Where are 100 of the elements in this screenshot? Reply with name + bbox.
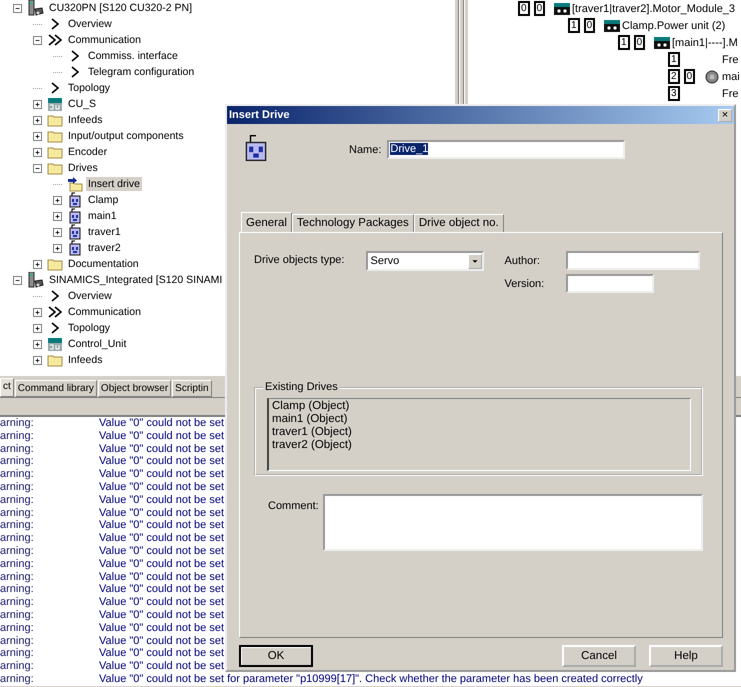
list-item[interactable]: main1 (Object) [272,413,687,426]
tree-item[interactable]: Insert drive [86,177,142,191]
log-type: arning: [0,506,35,520]
close-button[interactable]: × [718,108,732,122]
log-message: Value "0" could not be set [99,660,224,673]
navigator-tab[interactable]: Scriptin [172,380,212,397]
topology-node-label[interactable]: [traver1|traver2].Motor_Module_3 [572,2,736,14]
tree-item[interactable]: CU_S [66,97,98,111]
topology-node-label[interactable]: [main1|----].M [672,36,738,48]
expand-toggle-icon[interactable] [53,212,62,220]
tree-item[interactable]: Infeeds [66,353,104,367]
expand-toggle-icon[interactable] [33,132,42,140]
tree-item[interactable]: Drives [66,161,100,175]
comment-field[interactable] [323,494,703,551]
tree-item[interactable]: traver2 [86,241,123,255]
tree-item[interactable]: Control_Unit [66,337,128,351]
log-message: Value "0" could not be set [99,519,224,532]
drive-icon [67,192,83,208]
list-item[interactable]: traver2 (Object) [272,439,687,452]
tree-item[interactable]: Clamp [86,193,120,207]
tree-item[interactable]: Topology [66,81,112,95]
tree-item[interactable]: Topology [66,321,112,335]
dialog-tab[interactable]: Drive object no. [414,214,504,232]
tree-item[interactable]: traver1 [86,225,123,239]
expand-toggle-icon[interactable] [33,324,42,332]
log-type: arning: [0,634,35,648]
log-message: Value "0" could not be set [99,430,224,443]
tree-item[interactable]: SINAMICS_Integrated [S120 SINAMI [47,273,224,287]
collapse-toggle-icon[interactable] [33,164,42,172]
collapse-toggle-icon[interactable] [13,4,22,12]
drive-icon [67,224,83,240]
log-message: Value "0" could not be set [99,506,224,520]
log-message: Value "0" could not be set [99,634,224,648]
port-number: 1 [568,18,580,33]
log-message: Value "0" could not be set [99,570,224,584]
expand-toggle-icon[interactable] [33,116,42,124]
expand-toggle-icon[interactable] [33,148,42,156]
log-type: arning: [0,583,35,596]
port-number: 2 [668,69,680,84]
collapse-toggle-icon[interactable] [13,276,22,284]
port-number: 0 [634,35,646,50]
topology-node-label[interactable]: Clamp.Power unit (2) [622,20,726,32]
drive-type-label: Drive objects type: [254,254,344,268]
log-message: Value "0" could not be set [99,608,224,622]
list-item[interactable]: Clamp (Object) [272,400,687,413]
author-label: Author: [504,254,541,266]
log-type: arning: [0,455,35,468]
topology-node-label[interactable]: mai [722,70,740,82]
tree-item[interactable]: Telegram configuration [86,65,196,79]
log-type: arning: [0,430,35,443]
navigator-tab[interactable]: Command library [14,380,97,397]
author-field[interactable] [566,251,700,270]
log-message: Value "0" could not be set [99,480,224,494]
tree-item[interactable]: Infeeds [66,113,104,127]
ok-button[interactable]: OK [239,645,313,667]
tree-item[interactable]: Encoder [66,145,110,159]
tree-item[interactable]: Commiss. interface [86,49,180,63]
tree-item[interactable]: Communication [66,33,143,47]
topology-node-label[interactable]: Fre [722,88,738,100]
navigator-tab[interactable]: ct [0,378,14,397]
drive-type-dropdown[interactable]: Servo [366,251,484,271]
control-unit-icon [47,96,63,112]
expand-toggle-icon[interactable] [53,244,62,252]
log-message: Value "0" could not be set [99,622,224,635]
dialog-tab[interactable]: General [241,212,292,232]
tree-item[interactable]: Communication [66,305,143,319]
tree-item[interactable]: Input/output components [66,129,186,143]
expand-toggle-icon[interactable] [33,100,42,108]
navigator-tab[interactable]: Object browser [98,380,172,397]
tree-item[interactable]: Overview [66,17,114,31]
device-icon [27,0,44,16]
expand-toggle-icon[interactable] [53,228,62,236]
log-type: arning: [0,519,35,532]
dialog-button[interactable]: Cancel [562,645,636,667]
log-type: arning: [0,647,35,660]
tree-item[interactable]: main1 [86,209,119,223]
topology-node-label[interactable]: Fre [722,54,738,66]
tree-item[interactable]: CU320PN [S120 CU320-2 PN] [47,1,194,15]
port-number: 0 [684,69,696,84]
log-type: arning: [0,608,35,622]
expand-toggle-icon[interactable] [33,308,42,316]
dialog-tab[interactable]: Technology Packages [292,214,414,232]
expand-toggle-icon[interactable] [33,340,42,348]
tree-item[interactable]: Overview [66,289,114,303]
log-message: Value "0" could not be set [99,468,224,481]
device-icon [27,272,44,288]
expand-toggle-icon[interactable] [33,356,42,364]
control-unit-icon [47,336,63,352]
version-field[interactable] [566,274,654,293]
list-item[interactable]: traver1 (Object) [272,426,687,439]
dialog-title: Insert Drive [229,109,290,121]
dialog-button[interactable]: Help [649,645,723,667]
name-field[interactable]: Drive_1 [387,140,626,159]
log-message: Value "0" could not be set [99,544,224,558]
tree-item[interactable]: Documentation [66,257,141,271]
collapse-toggle-icon[interactable] [33,36,42,44]
log-message: Value "0" could not be set [99,558,224,571]
expand-toggle-icon[interactable] [53,196,62,204]
expand-toggle-icon[interactable] [33,260,42,268]
log-type: arning: [0,417,35,430]
